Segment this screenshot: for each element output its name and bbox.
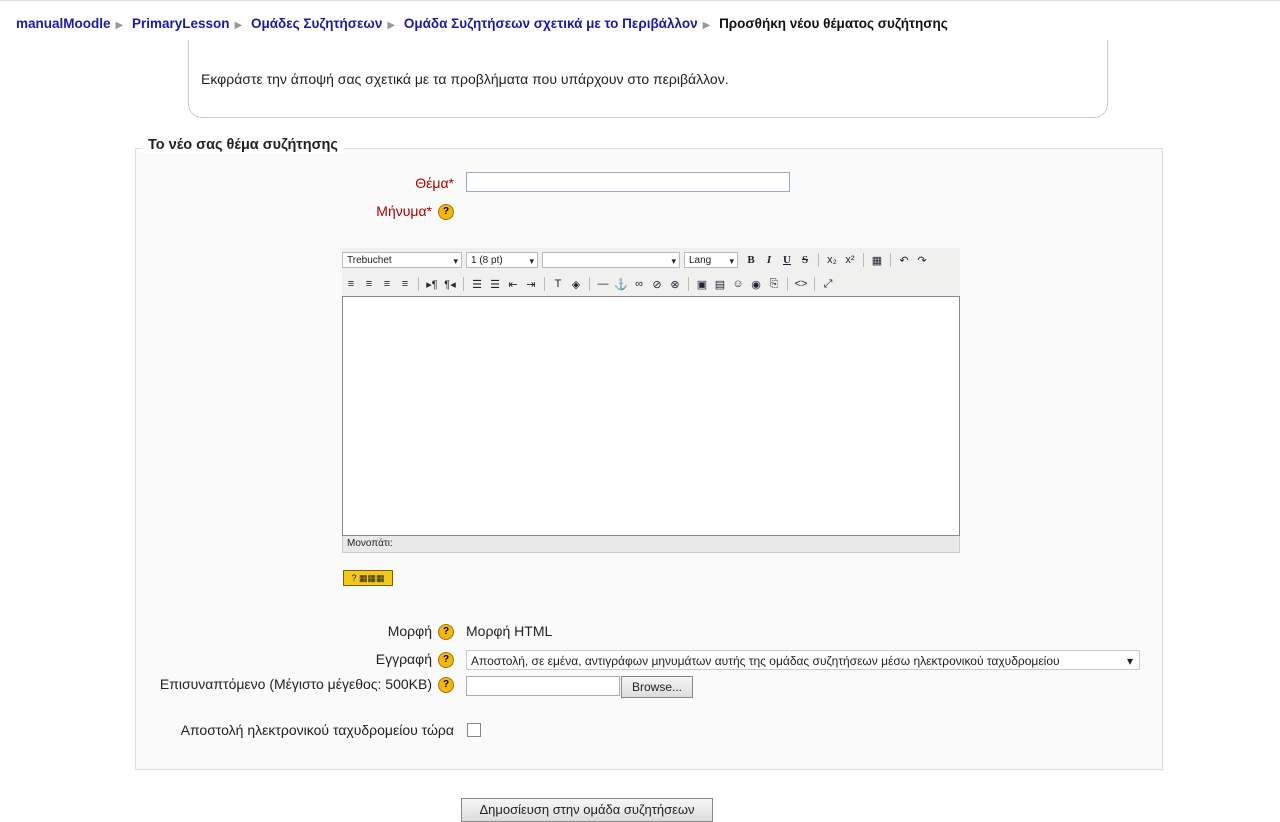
subject-label: Θέμα* — [415, 175, 454, 191]
insert-image-icon[interactable]: ▣ — [695, 278, 709, 291]
post-to-forum-button[interactable]: Δημοσίευση στην ομάδα συζητήσεων — [461, 798, 713, 822]
horizontal-rule-icon[interactable]: — — [596, 278, 610, 290]
justify-icon[interactable]: ≡ — [398, 278, 412, 290]
unordered-list-icon[interactable]: ☰ — [488, 278, 502, 291]
attachment-label: Επισυναπτόμενο (Μέγιστο μέγεθος: 500KB) — [159, 676, 432, 692]
toolbar-separator — [814, 277, 815, 291]
breadcrumb-separator-icon: ▶ — [234, 20, 243, 31]
breadcrumb-separator-icon: ▶ — [115, 20, 124, 31]
breadcrumb-link-forum[interactable]: Ομάδα Συζητήσεων σχετικά με το Περιβάλλο… — [404, 16, 698, 31]
breadcrumb-link-site[interactable]: manualMoodle — [16, 16, 111, 31]
help-icon[interactable]: ? — [438, 677, 454, 694]
breadcrumb-current: Προσθήκη νέου θέματος συζήτησης — [719, 16, 948, 31]
subscript-icon[interactable]: x₂ — [825, 254, 839, 266]
toolbar-separator — [589, 277, 590, 291]
breadcrumb-link-course[interactable]: PrimaryLesson — [132, 16, 230, 31]
fullscreen-icon[interactable]: ⤢ — [821, 278, 835, 291]
forum-intro-box: Εκφράστε την άποψή σας σχετικά με τα προ… — [188, 40, 1108, 118]
underline-icon[interactable]: U — [780, 254, 794, 266]
attachment-label-row: Επισυναπτόμενο (Μέγιστο μέγεθος: 500KB)? — [154, 676, 454, 694]
rtl-icon[interactable]: ¶◂ — [443, 278, 457, 291]
toolbar-separator — [863, 253, 864, 267]
clean-word-icon[interactable]: ▦ — [870, 254, 884, 267]
special-char-icon[interactable]: ◉ — [749, 278, 763, 291]
text-color-icon[interactable]: T — [551, 278, 565, 290]
format-label: Μορφή — [387, 623, 432, 639]
ltr-icon[interactable]: ▸¶ — [425, 278, 439, 291]
editor-toolbar-row-1: Trebuchet 1 (8 pt) Lang B I U S x₂ x² ▦ … — [342, 248, 960, 272]
ordered-list-icon[interactable]: ☰ — [470, 278, 484, 291]
mailnow-checkbox[interactable] — [467, 723, 481, 737]
subscription-label: Εγγραφή — [375, 651, 432, 667]
toolbar-separator — [463, 277, 464, 291]
subscription-label-row: Εγγραφή? — [154, 651, 454, 669]
html-editor: Trebuchet 1 (8 pt) Lang B I U S x₂ x² ▦ … — [342, 248, 960, 553]
browse-button[interactable]: Browse... — [621, 676, 693, 698]
align-left-icon[interactable]: ≡ — [344, 278, 358, 290]
bold-icon[interactable]: B — [744, 254, 758, 266]
toolbar-separator — [787, 277, 788, 291]
breadcrumb-link-forums[interactable]: Ομάδες Συζητήσεων — [251, 16, 382, 31]
format-label-row: Μορφή? — [154, 623, 454, 641]
breadcrumb: manualMoodle ▶ PrimaryLesson ▶ Ομάδες Συζη… — [16, 16, 948, 31]
help-icon[interactable]: ? — [438, 204, 454, 221]
heading-format-select[interactable] — [542, 252, 680, 269]
toolbar-separator — [418, 277, 419, 291]
breadcrumb-separator-icon: ▶ — [387, 20, 396, 31]
smiley-icon[interactable]: ☺ — [731, 278, 745, 290]
editor-help-keyboard-icon[interactable]: ? ▦▦▦ — [343, 570, 393, 586]
subscription-select[interactable]: Αποστολή, σε εμένα, αντιγράφων μηνυμάτων… — [466, 650, 1140, 670]
top-border — [0, 0, 1280, 9]
toolbar-separator — [688, 277, 689, 291]
mailnow-label: Αποστολή ηλεκτρονικού ταχυδρομείου τώρα — [180, 722, 454, 738]
align-right-icon[interactable]: ≡ — [380, 278, 394, 290]
italic-icon[interactable]: I — [762, 254, 776, 266]
superscript-icon[interactable]: x² — [843, 254, 857, 266]
nolink-icon[interactable]: ⊗ — [668, 278, 682, 291]
message-editor-area[interactable] — [342, 296, 960, 536]
align-center-icon[interactable]: ≡ — [362, 278, 376, 290]
html-source-icon[interactable]: <> — [794, 278, 808, 290]
editor-status-bar: Μονοπάτι: — [342, 536, 960, 553]
insert-table-icon[interactable]: ▤ — [713, 278, 727, 291]
breadcrumb-separator-icon: ▶ — [702, 20, 711, 31]
undo-icon[interactable]: ↶ — [897, 254, 911, 267]
format-value: Μορφή HTML — [466, 623, 553, 639]
search-replace-icon[interactable]: ⎘ — [767, 278, 781, 291]
attachment-file-input[interactable] — [466, 676, 620, 696]
redo-icon[interactable]: ↷ — [915, 254, 929, 267]
strikethrough-icon[interactable]: S — [798, 254, 812, 266]
font-family-select[interactable]: Trebuchet — [342, 252, 462, 269]
link-icon[interactable]: ∞ — [632, 278, 646, 290]
message-label: Μήνυμα* — [376, 203, 432, 219]
outdent-icon[interactable]: ⇤ — [506, 278, 520, 291]
editor-toolbar-row-2: ≡ ≡ ≡ ≡ ▸¶ ¶◂ ☰ ☰ ⇤ ⇥ T ◈ — ⚓ ∞ ⊘ ⊗ ▣ ▤ … — [342, 272, 960, 296]
font-size-select[interactable]: 1 (8 pt) — [466, 252, 538, 269]
background-color-icon[interactable]: ◈ — [569, 278, 583, 291]
toolbar-separator — [890, 253, 891, 267]
message-label-row: Μήνυμα*? — [154, 203, 454, 221]
language-select[interactable]: Lang — [684, 252, 738, 269]
forum-intro-text: Εκφράστε την άποψή σας σχετικά με τα προ… — [201, 71, 729, 87]
subject-input[interactable] — [466, 172, 790, 192]
toolbar-separator — [818, 253, 819, 267]
unlink-icon[interactable]: ⊘ — [650, 278, 664, 291]
toolbar-separator — [544, 277, 545, 291]
help-icon[interactable]: ? — [438, 652, 454, 669]
help-icon[interactable]: ? — [438, 624, 454, 641]
anchor-icon[interactable]: ⚓ — [614, 278, 628, 291]
indent-icon[interactable]: ⇥ — [524, 278, 538, 291]
form-legend: Το νέο σας θέμα συζήτησης — [142, 137, 344, 153]
